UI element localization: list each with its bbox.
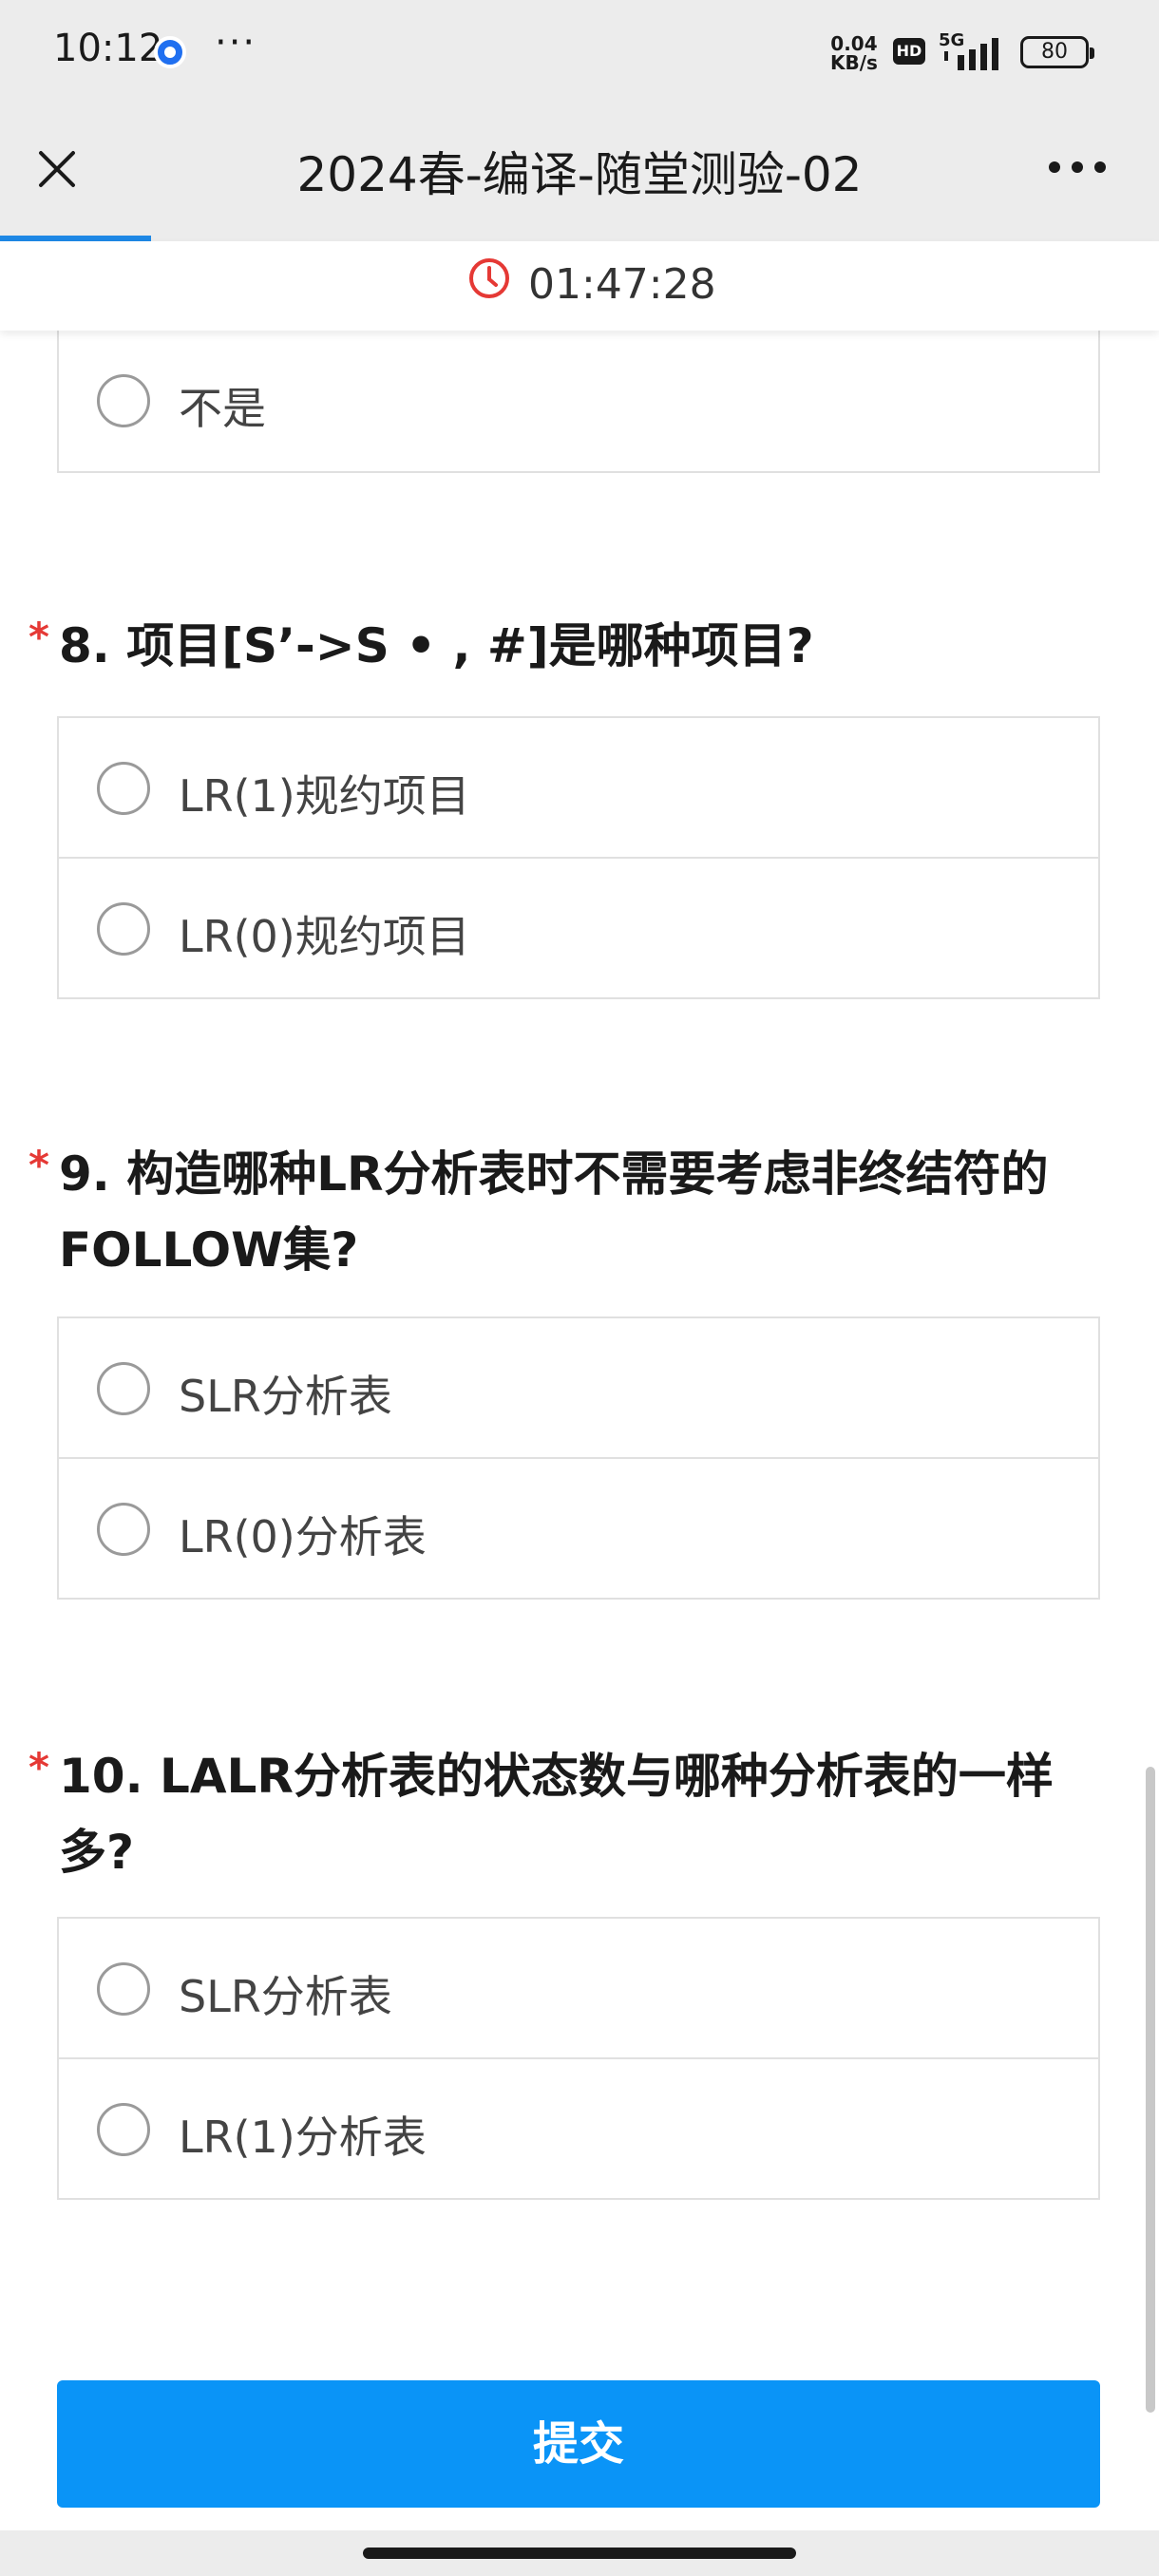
option-q10-a[interactable]: SLR分析表 [57,1917,1100,2059]
submit-button[interactable]: 提交 [57,2380,1100,2508]
option-label: SLR分析表 [179,1371,392,1422]
network-speed-unit: KB/s [830,51,878,74]
navigation-bar [0,2530,1159,2576]
more-dot [1094,161,1106,173]
battery-level: 80 [1041,40,1068,64]
quiz-page: 10:12 ··· 0.04 KB/s HD 5G 80 2024春-编译-随堂… [0,0,1159,2576]
radio-icon[interactable] [97,902,150,956]
option-q9-b[interactable]: LR(0)分析表 [57,1457,1100,1600]
radio-icon[interactable] [97,374,150,427]
option-label: 不是 [179,383,266,434]
status-time: 10:12 [53,27,163,70]
radio-icon[interactable] [97,1962,150,2016]
required-mark: * [28,1744,49,1790]
option-previous-no[interactable]: 不是 [57,329,1100,473]
option-label: SLR分析表 [179,1971,392,2022]
timer-value: 01:47:28 [528,260,716,309]
option-label: LR(0)分析表 [179,1511,427,1563]
scrollbar[interactable] [1146,1767,1155,2413]
app-notification-icon [154,36,186,68]
signal-icon [944,38,998,70]
question-text: 10. LALR分析表的状态数与哪种分析表的一样多? [59,1749,1054,1880]
option-q8-b[interactable]: LR(0)规约项目 [57,857,1100,999]
question-text: 9. 构造哪种LR分析表时不需要考虑非终结符的FOLLOW集? [59,1146,1049,1278]
page-title: 2024春-编译-随堂测验-02 [296,147,863,202]
radio-icon[interactable] [97,1362,150,1415]
option-label: LR(0)规约项目 [179,911,470,962]
option-q8-a[interactable]: LR(1)规约项目 [57,716,1100,859]
question-text: 8. 项目[S’->S • , #]是哪种项目? [59,618,814,673]
status-bar: 10:12 ··· 0.04 KB/s HD 5G 80 [0,0,1159,103]
timer-bar: 01:47:28 [0,241,1159,331]
network-speed: 0.04 KB/s [830,34,878,72]
status-more-icon: ··· [215,21,257,65]
option-label: LR(1)规约项目 [179,770,470,822]
more-dot [1072,161,1083,173]
network-speed-value: 0.04 [830,32,878,55]
hd-badge: HD [893,38,925,65]
required-mark: * [28,614,49,660]
home-indicator[interactable] [363,2548,796,2559]
radio-icon[interactable] [97,2103,150,2156]
title-bar: 2024春-编译-随堂测验-02 [0,103,1159,237]
radio-icon[interactable] [97,1503,150,1556]
option-q10-b[interactable]: LR(1)分析表 [57,2057,1100,2200]
battery-icon: 80 [1020,36,1094,68]
required-mark: * [28,1142,49,1188]
radio-icon[interactable] [97,762,150,815]
more-menu-icon[interactable] [1049,161,1106,175]
more-dot [1049,161,1060,173]
option-label: LR(1)分析表 [179,2112,427,2163]
close-icon[interactable] [28,141,86,198]
clock-icon [469,258,509,298]
option-q9-a[interactable]: SLR分析表 [57,1316,1100,1459]
